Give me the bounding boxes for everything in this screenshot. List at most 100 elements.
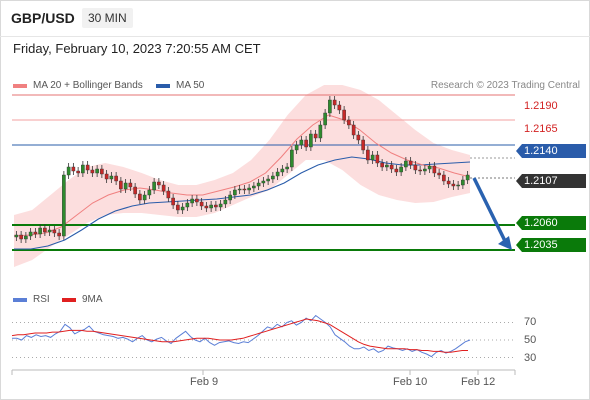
candle-body: [223, 199, 228, 205]
bollinger-band-area: [14, 85, 470, 267]
candle-body: [161, 184, 166, 192]
candle-body: [152, 181, 156, 191]
candle-body: [209, 204, 213, 209]
candle-body: [461, 179, 465, 186]
candle-body: [28, 231, 33, 237]
candle-body: [252, 185, 256, 189]
forecast-arrow-shaft: [472, 177, 507, 242]
candle-body: [33, 231, 38, 235]
x-label-feb9: Feb 9: [190, 376, 219, 388]
candle-body: [185, 202, 190, 208]
candle-body: [38, 227, 42, 235]
rsi-tick-50: 50: [524, 334, 537, 346]
candle-body: [242, 188, 247, 191]
candle-body: [294, 144, 299, 151]
legend-label-rsi: RSI: [33, 294, 50, 305]
candle-body: [446, 180, 451, 185]
level-label-s2: 1.2035: [516, 238, 586, 252]
candle-body: [347, 119, 351, 126]
candle: [66, 163, 71, 179]
candle-body: [24, 235, 28, 240]
candle-body: [171, 197, 175, 206]
candle-body: [247, 187, 251, 191]
candle-body: [100, 168, 104, 175]
level-label-last: 1.2107: [516, 174, 586, 188]
candle-body: [176, 204, 180, 211]
candle-body: [147, 189, 152, 196]
candle-body: [356, 134, 361, 141]
candle-body: [309, 133, 313, 148]
level-label-s1: 1.2060: [516, 216, 586, 230]
candle-body: [366, 149, 370, 161]
rsi-line: [12, 314, 471, 358]
candle-body: [85, 164, 90, 171]
candle-body: [442, 174, 446, 182]
candle-body: [166, 190, 171, 199]
candle-body: [81, 164, 85, 174]
candle-body: [133, 186, 137, 195]
candle-body: [399, 166, 403, 173]
candle-body: [385, 164, 389, 168]
candle-body: [375, 154, 380, 164]
candle-body: [318, 124, 323, 139]
candle-body: [233, 189, 237, 196]
candle-body: [299, 139, 304, 146]
candle-body: [76, 170, 80, 174]
candle: [62, 171, 66, 240]
legend-swatch-rsi: [13, 297, 27, 302]
candle-body: [370, 154, 375, 161]
candle-body: [199, 201, 204, 207]
candle-body: [138, 193, 142, 201]
candle-body: [95, 168, 99, 174]
candle-body: [218, 203, 223, 208]
price-chart: [11, 85, 516, 375]
candle-body: [337, 104, 342, 111]
candle-body: [195, 198, 199, 203]
level-label-r2: 1.2190: [524, 100, 558, 112]
candle-body: [52, 229, 57, 234]
rsi-panel: [11, 314, 515, 358]
candle-body: [323, 112, 327, 126]
rsi-ma-line: [11, 318, 468, 353]
candle-body: [204, 205, 209, 209]
candle-body: [114, 175, 118, 182]
candle-body: [332, 99, 337, 106]
legend-label-rsi-ma: 9MA: [82, 294, 103, 305]
x-label-feb12: Feb 12: [461, 376, 496, 388]
candle-body: [47, 229, 52, 233]
x-label-feb10: Feb 10: [393, 376, 428, 388]
candle-body: [451, 183, 456, 187]
candle-body: [266, 178, 270, 182]
candle-body: [71, 166, 76, 172]
candle-body: [437, 172, 441, 176]
candle-body: [380, 162, 384, 168]
rsi-tick-70: 70: [524, 316, 537, 328]
candle-body: [328, 99, 332, 114]
candle-body: [261, 180, 266, 184]
candle-body: [14, 234, 19, 238]
level-label-r1: 1.2165: [524, 123, 558, 135]
candle-body: [465, 174, 470, 181]
candle-body: [456, 184, 460, 187]
candle-body: [271, 175, 275, 180]
candle-body: [408, 160, 413, 166]
candle-body: [214, 204, 218, 208]
level-label-pivot: 1.2140: [516, 144, 586, 158]
legend-rsi: RSI: [13, 294, 50, 305]
candle-body: [413, 164, 418, 171]
candle-body: [119, 180, 123, 190]
candle-body: [275, 171, 280, 177]
forecast-arrow: [472, 177, 512, 250]
legend-swatch-rsi-ma: [62, 297, 76, 302]
candle-body: [394, 168, 399, 173]
rsi-tick-30: 30: [524, 352, 537, 364]
candle-body: [280, 168, 285, 173]
candle-body: [304, 139, 308, 148]
x-axis: [11, 369, 516, 375]
bollinger-band: [14, 85, 470, 267]
candle-body: [432, 165, 437, 174]
candle-body: [418, 169, 422, 172]
candle-body: [313, 133, 318, 139]
candle: [71, 163, 76, 175]
candle-body: [104, 173, 109, 180]
